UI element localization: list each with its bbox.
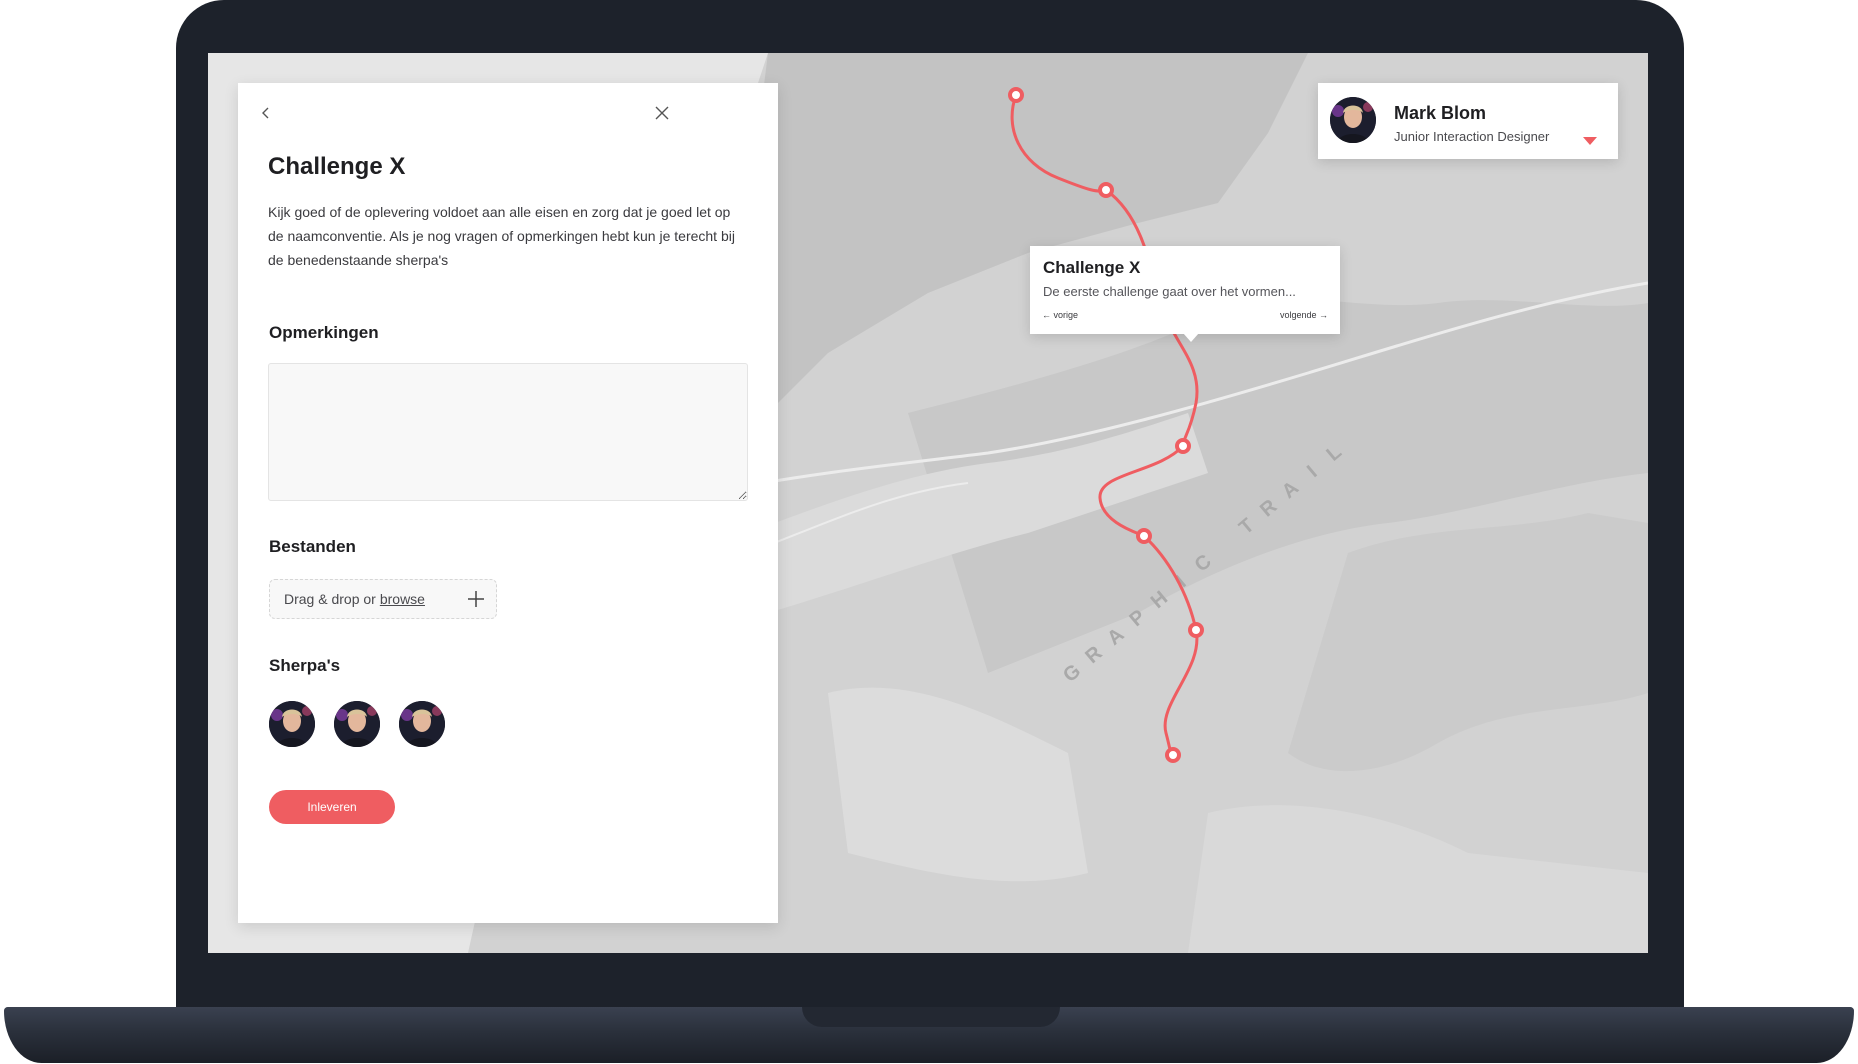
challenge-panel: Challenge X Kijk goed of de oplevering v… (238, 83, 778, 923)
close-button[interactable] (649, 100, 675, 126)
close-icon (655, 106, 669, 120)
user-role: Junior Interaction Designer (1394, 129, 1550, 144)
remarks-heading: Opmerkingen (269, 323, 379, 342)
user-card[interactable]: Mark Blom Junior Interaction Designer (1318, 83, 1618, 159)
person-avatar-icon (399, 701, 445, 747)
user-name: Mark Blom (1394, 103, 1487, 123)
route-waypoint[interactable] (1008, 87, 1024, 103)
challenge-tooltip: Challenge X De eerste challenge gaat ove… (1030, 246, 1340, 342)
user-avatar (1330, 97, 1376, 143)
file-dropzone[interactable]: Drag & drop or browse (269, 579, 497, 619)
route-waypoint[interactable] (1188, 622, 1204, 638)
tooltip-title: Challenge X (1043, 258, 1141, 277)
chevron-left-icon (262, 107, 269, 119)
challenge-description: Kijk goed of de oplevering voldoet aan a… (268, 204, 735, 268)
sherpa-avatar[interactable] (399, 701, 445, 747)
dropzone-text: Drag & drop or (284, 591, 376, 607)
tooltip-pointer (1183, 333, 1199, 342)
route-waypoint[interactable] (1175, 438, 1191, 454)
laptop-notch (802, 1007, 1060, 1027)
route-waypoint[interactable] (1136, 528, 1152, 544)
browse-link[interactable]: browse (380, 591, 425, 607)
submit-button[interactable]: Inleveren (269, 790, 395, 824)
tooltip-text: De eerste challenge gaat over het vormen… (1043, 284, 1296, 299)
files-heading: Bestanden (269, 537, 356, 556)
person-avatar-icon (334, 701, 380, 747)
sherpas-heading: Sherpa's (269, 656, 341, 675)
back-button[interactable] (253, 100, 279, 126)
route-waypoint[interactable] (1165, 747, 1181, 763)
sherpa-avatar[interactable] (334, 701, 380, 747)
chevron-down-icon[interactable] (1583, 137, 1597, 145)
tooltip-prev-link[interactable]: ← vorige (1042, 310, 1078, 320)
arrow-right-icon: → (1319, 310, 1328, 320)
remarks-input[interactable] (268, 363, 748, 501)
sherpa-avatar[interactable] (269, 701, 315, 747)
tooltip-prev-label: vorige (1053, 310, 1079, 320)
arrow-left-icon: ← (1042, 310, 1051, 320)
person-avatar-icon (269, 701, 315, 747)
tooltip-next-label: volgende (1279, 310, 1317, 320)
person-avatar-icon (1330, 97, 1376, 143)
plus-icon[interactable] (466, 589, 486, 609)
app-screen: GRAPHIC TRAIL Challenge X De eerste chal… (208, 53, 1648, 953)
route-waypoint[interactable] (1098, 182, 1114, 198)
page-title: Challenge X (268, 153, 406, 180)
tooltip-next-link[interactable]: volgende → (1280, 310, 1328, 320)
